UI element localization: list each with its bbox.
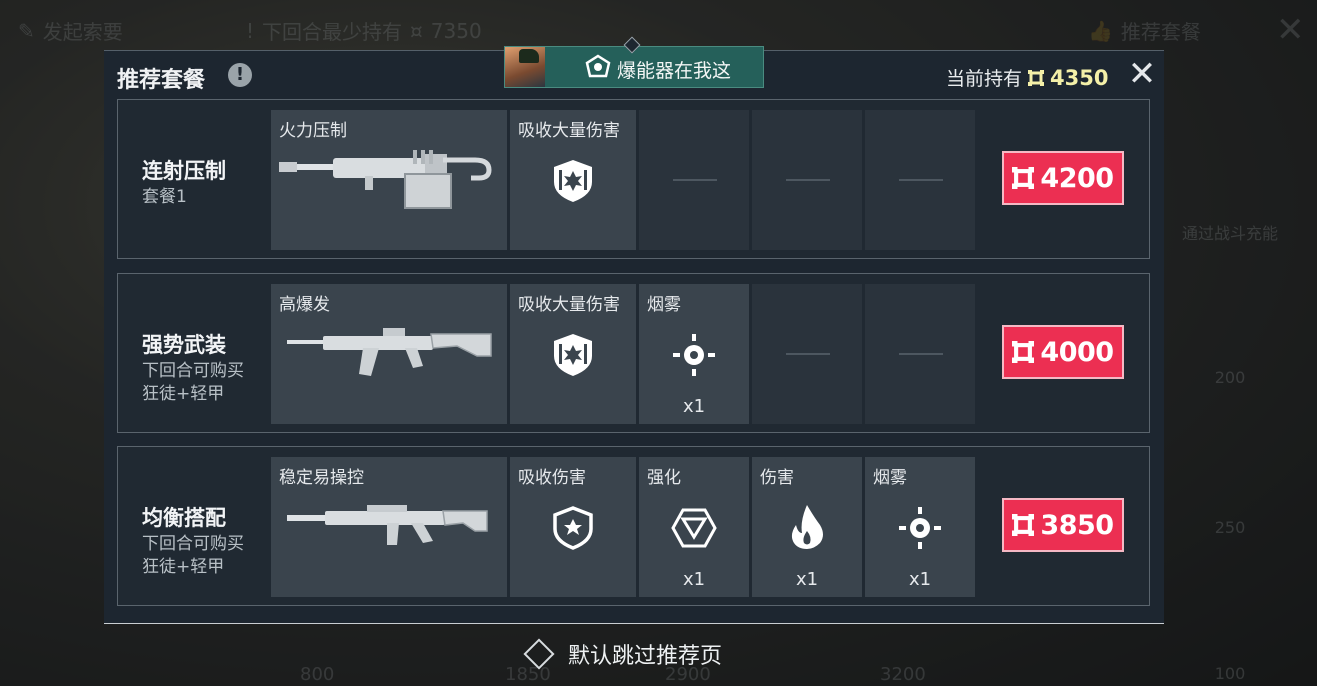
enhance-icon [671, 508, 717, 548]
empty-slot [865, 284, 975, 424]
item-slot-2[interactable]: 强化 x1 [639, 457, 749, 597]
item-slot-3[interactable]: 伤害 x1 [752, 457, 862, 597]
weapon-slot[interactable]: 稳定易操控 [271, 457, 507, 597]
package-subtitle: 套餐1 [142, 186, 187, 209]
item-label: 强化 [647, 468, 681, 488]
item-slot-1[interactable]: 吸收伤害 [510, 457, 636, 597]
item-quantity: x1 [795, 569, 819, 590]
item-label: 吸收大量伤害 [518, 121, 620, 141]
holding-amount: 4350 [1050, 65, 1109, 90]
item-label: 吸收伤害 [518, 468, 586, 488]
package-2[interactable]: 强势武装 下回合可购买 狂徒+轻甲 高爆发 吸收大量伤害 烟雾 x1 4000 [117, 273, 1150, 433]
item-slot-1[interactable]: 吸收大量伤害 [510, 110, 636, 250]
smoke-icon [673, 334, 715, 376]
package-3[interactable]: 均衡搭配 下回合可购买 狂徒+轻甲 稳定易操控 吸收伤害 强化 x1 伤害 x1… [117, 446, 1150, 606]
package-1[interactable]: 连射压制 套餐1 火力压制 吸收大量伤害 4200 [117, 99, 1150, 259]
empty-slot [639, 110, 749, 250]
weapon-slot[interactable]: 高爆发 [271, 284, 507, 424]
subtitle-line: 下回合可购买 [142, 361, 244, 381]
spike-carrier-banner: 爆能器在我这 [504, 46, 764, 88]
item-label: 伤害 [760, 468, 794, 488]
heavy-shield-icon [554, 334, 592, 376]
buy-package-3-button[interactable]: 3850 [1002, 498, 1124, 552]
package-name: 连射压制 [142, 159, 226, 183]
checkbox-diamond-icon[interactable] [523, 638, 555, 670]
heavy-shield-icon [554, 160, 592, 202]
credit-icon [1028, 69, 1045, 86]
buy-package-1-button[interactable]: 4200 [1002, 151, 1124, 205]
empty-slot [752, 284, 862, 424]
light-shield-icon [553, 506, 593, 550]
spike-icon [585, 54, 611, 78]
current-holding: 当前持有 4350 [946, 64, 1108, 91]
item-quantity: x1 [908, 569, 932, 590]
info-icon[interactable]: ! [228, 63, 252, 87]
item-slot-1[interactable]: 吸收大量伤害 [510, 284, 636, 424]
price-label: 4000 [1040, 336, 1114, 368]
subtitle-line: 狂徒+轻甲 [142, 384, 225, 404]
rifle-icon [287, 505, 488, 545]
credit-icon [1012, 341, 1035, 363]
item-label: 吸收大量伤害 [518, 295, 620, 315]
price-label: 4200 [1040, 162, 1114, 194]
item-quantity: x1 [682, 396, 706, 417]
subtitle-line: 套餐1 [142, 187, 187, 207]
empty-slot [865, 110, 975, 250]
empty-slot [752, 110, 862, 250]
modal-title: 推荐套餐 [117, 68, 206, 93]
smoke-icon [899, 507, 941, 549]
package-subtitle: 下回合可购买 狂徒+轻甲 [142, 533, 244, 579]
price-label: 3850 [1040, 509, 1114, 541]
item-label: 烟雾 [873, 468, 907, 488]
banner-text: 爆能器在我这 [617, 60, 732, 82]
close-button[interactable]: ✕ [1126, 57, 1158, 91]
subtitle-line: 下回合可购买 [142, 534, 244, 554]
package-name: 均衡搭配 [142, 506, 226, 530]
item-slot-4[interactable]: 烟雾 x1 [865, 457, 975, 597]
credit-icon [1012, 167, 1035, 189]
fire-icon [791, 505, 823, 549]
skip-label: 默认跳过推荐页 [568, 644, 723, 669]
skip-recommend-toggle[interactable]: 默认跳过推荐页 [523, 638, 723, 670]
avatar [505, 47, 545, 87]
assault-rifle-icon [287, 328, 492, 376]
weapon-label: 高爆发 [279, 295, 330, 315]
weapon-label: 稳定易操控 [279, 468, 364, 488]
credit-icon [1012, 514, 1035, 536]
buy-package-2-button[interactable]: 4000 [1002, 325, 1124, 379]
weapon-slot[interactable]: 火力压制 [271, 110, 507, 250]
package-name: 强势武装 [142, 333, 226, 357]
heavy-machine-gun-icon [279, 150, 492, 209]
item-quantity: x1 [682, 569, 706, 590]
package-subtitle: 下回合可购买 狂徒+轻甲 [142, 360, 244, 406]
holding-label: 当前持有 [946, 68, 1023, 90]
item-slot-2[interactable]: 烟雾 x1 [639, 284, 749, 424]
item-label: 烟雾 [647, 295, 681, 315]
subtitle-line: 狂徒+轻甲 [142, 557, 225, 577]
weapon-label: 火力压制 [279, 121, 347, 141]
